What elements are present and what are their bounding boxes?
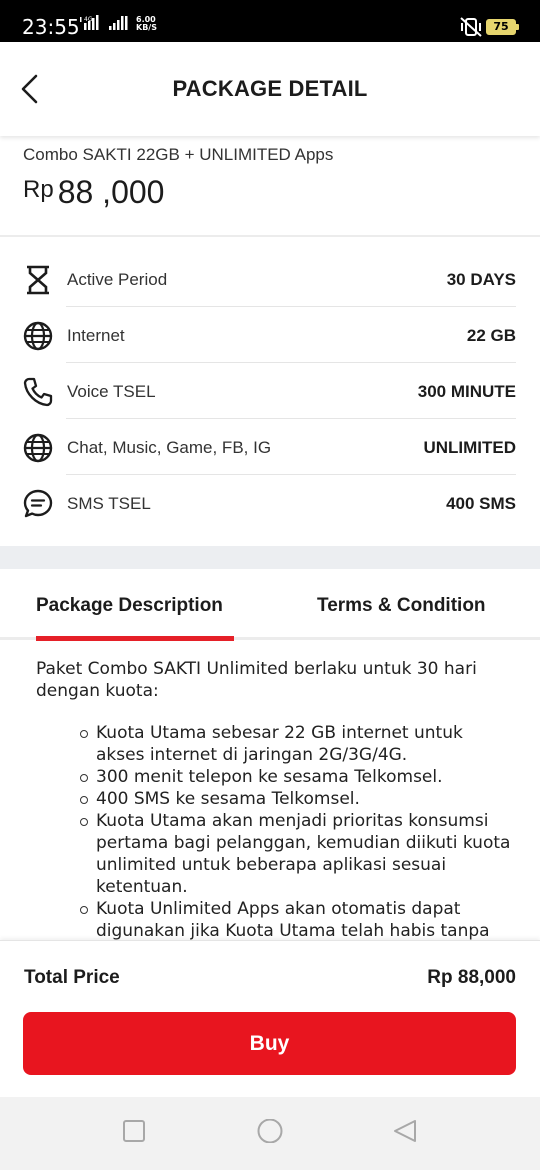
globe-icon <box>23 321 53 351</box>
section-separator <box>0 546 540 569</box>
price-amount: 88 ,000 <box>57 174 165 210</box>
description-intro: Paket Combo SAKTI Unlimited berlaku untu… <box>36 659 477 701</box>
list-item: 400 SMS ke sesama Telkomsel. <box>36 788 516 810</box>
phone-icon <box>23 377 53 407</box>
vibrate-off-icon <box>460 17 482 37</box>
price-currency: Rp <box>23 176 54 203</box>
package-name: Combo SAKTI 22GB + UNLIMITED Apps <box>23 145 334 164</box>
benefit-list: Active Period 30 DAYS Internet 22 GB Voi… <box>0 251 540 531</box>
package-description: Paket Combo SAKTI Unlimited berlaku untu… <box>36 658 516 940</box>
benefit-value: 400 SMS <box>446 494 516 513</box>
app-header: PACKAGE DETAIL <box>0 42 540 136</box>
bullet-icon <box>80 818 88 826</box>
list-item: Kuota Utama akan menjadi prioritas konsu… <box>36 810 516 898</box>
list-item: 300 menit telepon ke sesama Telkomsel. <box>36 766 516 788</box>
benefit-row-unlimited-apps: Chat, Music, Game, FB, IG UNLIMITED <box>0 419 540 475</box>
benefit-value: 300 MINUTE <box>417 382 516 401</box>
bullet-icon <box>80 906 88 914</box>
benefit-row-voice: Voice TSEL 300 MINUTE <box>0 363 540 419</box>
home-icon[interactable] <box>256 1119 284 1143</box>
status-time: 23:55 <box>22 15 80 39</box>
bullet-icon <box>80 796 88 804</box>
package-price: Rp 88 ,000 <box>23 174 164 211</box>
system-nav-bar <box>0 1097 540 1170</box>
list-item: Kuota Utama sebesar 22 GB internet untuk… <box>36 722 516 766</box>
back-nav-icon[interactable] <box>392 1119 418 1143</box>
bullet-icon <box>80 730 88 738</box>
benefit-value: UNLIMITED <box>423 438 516 457</box>
total-price-label: Total Price <box>24 967 120 988</box>
buy-button[interactable]: Buy <box>23 1012 516 1075</box>
globe-icon <box>23 433 53 463</box>
network-speed: 6.00 KB/S <box>136 15 157 32</box>
recents-icon[interactable] <box>122 1119 146 1143</box>
tab-bar: Package Description Terms & Condition <box>0 570 540 641</box>
benefit-label: Active Period <box>67 270 168 289</box>
page-title: PACKAGE DETAIL <box>172 76 368 101</box>
checkout-panel: Total Price Rp 88,000 Buy <box>0 940 540 1097</box>
tab-package-description[interactable]: Package Description <box>36 595 223 617</box>
total-price-value: Rp 88,000 <box>427 967 516 988</box>
divider <box>0 235 540 237</box>
benefit-value: 22 GB <box>466 326 516 345</box>
benefit-value: 30 DAYS <box>446 270 516 289</box>
benefit-row-active-period: Active Period 30 DAYS <box>0 251 540 307</box>
active-tab-indicator <box>36 636 234 641</box>
hourglass-icon <box>27 265 49 295</box>
chat-bubble-icon <box>23 489 53 518</box>
battery-indicator: 75 <box>486 19 519 35</box>
benefit-label: Internet <box>67 326 125 345</box>
benefit-label: SMS TSEL <box>67 494 151 513</box>
list-item: Kuota Unlimited Apps akan otomatis dapat… <box>36 898 516 940</box>
tab-terms-condition[interactable]: Terms & Condition <box>317 595 486 617</box>
benefit-label: Voice TSEL <box>67 382 156 401</box>
benefit-row-internet: Internet 22 GB <box>0 307 540 363</box>
description-list: Kuota Utama sebesar 22 GB internet untuk… <box>36 722 516 940</box>
status-bar: 23:55 4G 6.00 KB/S 75 <box>0 0 540 42</box>
signal-icon: 4G <box>80 15 128 30</box>
benefit-label: Chat, Music, Game, FB, IG <box>67 438 272 457</box>
benefit-row-sms: SMS TSEL 400 SMS <box>0 475 540 531</box>
bullet-icon <box>80 774 88 782</box>
